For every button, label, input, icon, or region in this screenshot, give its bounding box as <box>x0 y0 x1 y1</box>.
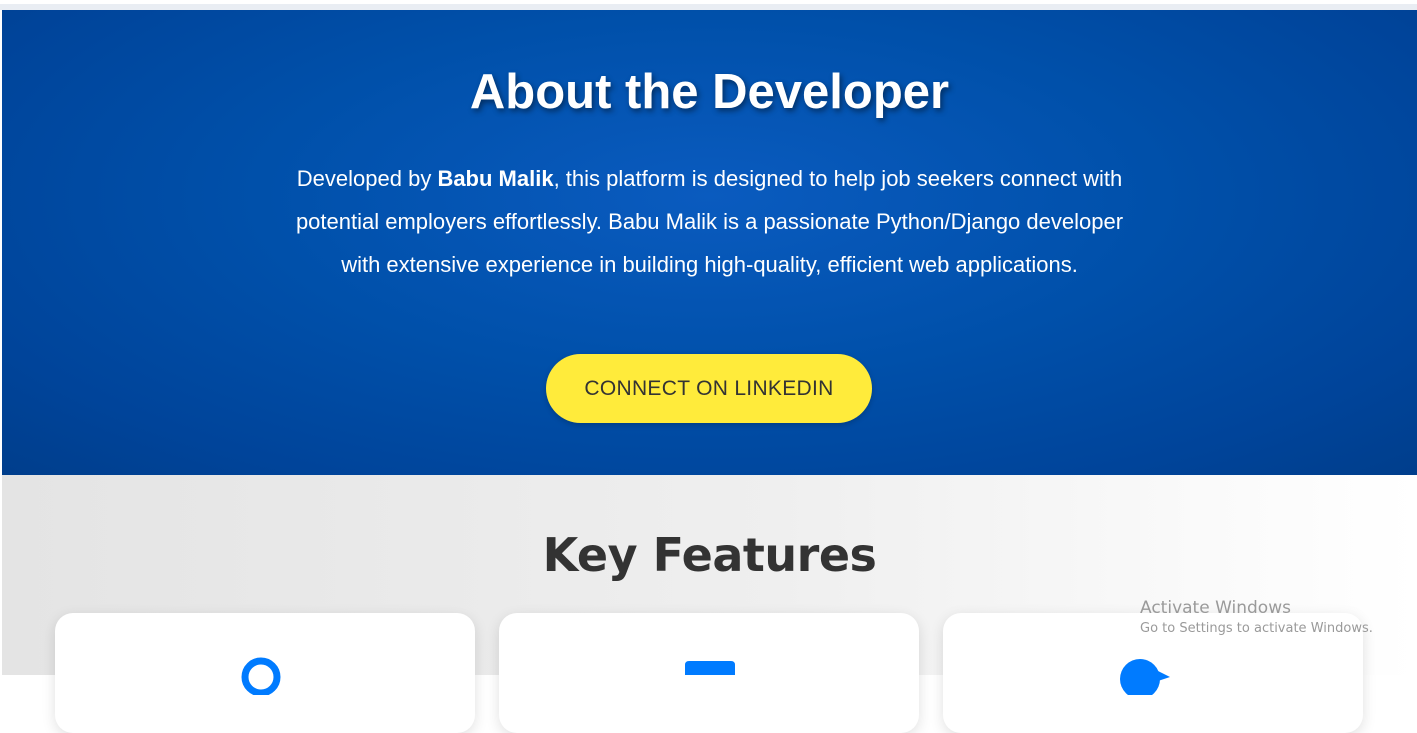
features-section: Key Features <box>2 475 1417 733</box>
feature-card[interactable] <box>55 613 475 733</box>
feature-card[interactable] <box>499 613 919 733</box>
search-icon <box>240 655 290 700</box>
top-border-line <box>0 0 1417 4</box>
watermark-line-1: Activate Windows <box>1140 598 1291 618</box>
top-border <box>0 0 1417 10</box>
features-title: Key Features <box>542 528 877 582</box>
connect-linkedin-button[interactable]: CONNECT ON LINKEDIN <box>546 354 872 423</box>
developer-name: Babu Malik <box>437 166 554 191</box>
user-icon <box>1118 655 1178 700</box>
about-description: Developed by Babu Malik, this platform i… <box>274 157 1145 286</box>
briefcase-icon <box>682 655 738 700</box>
about-section: About the Developer Developed by Babu Ma… <box>2 10 1417 475</box>
about-title: About the Developer <box>469 65 950 119</box>
about-desc-prefix: Developed by <box>296 166 438 191</box>
activate-windows-watermark: Activate Windows Go to Settings to activ… <box>1140 597 1373 639</box>
watermark-line-2: Go to Settings to activate Windows. <box>1140 621 1373 636</box>
